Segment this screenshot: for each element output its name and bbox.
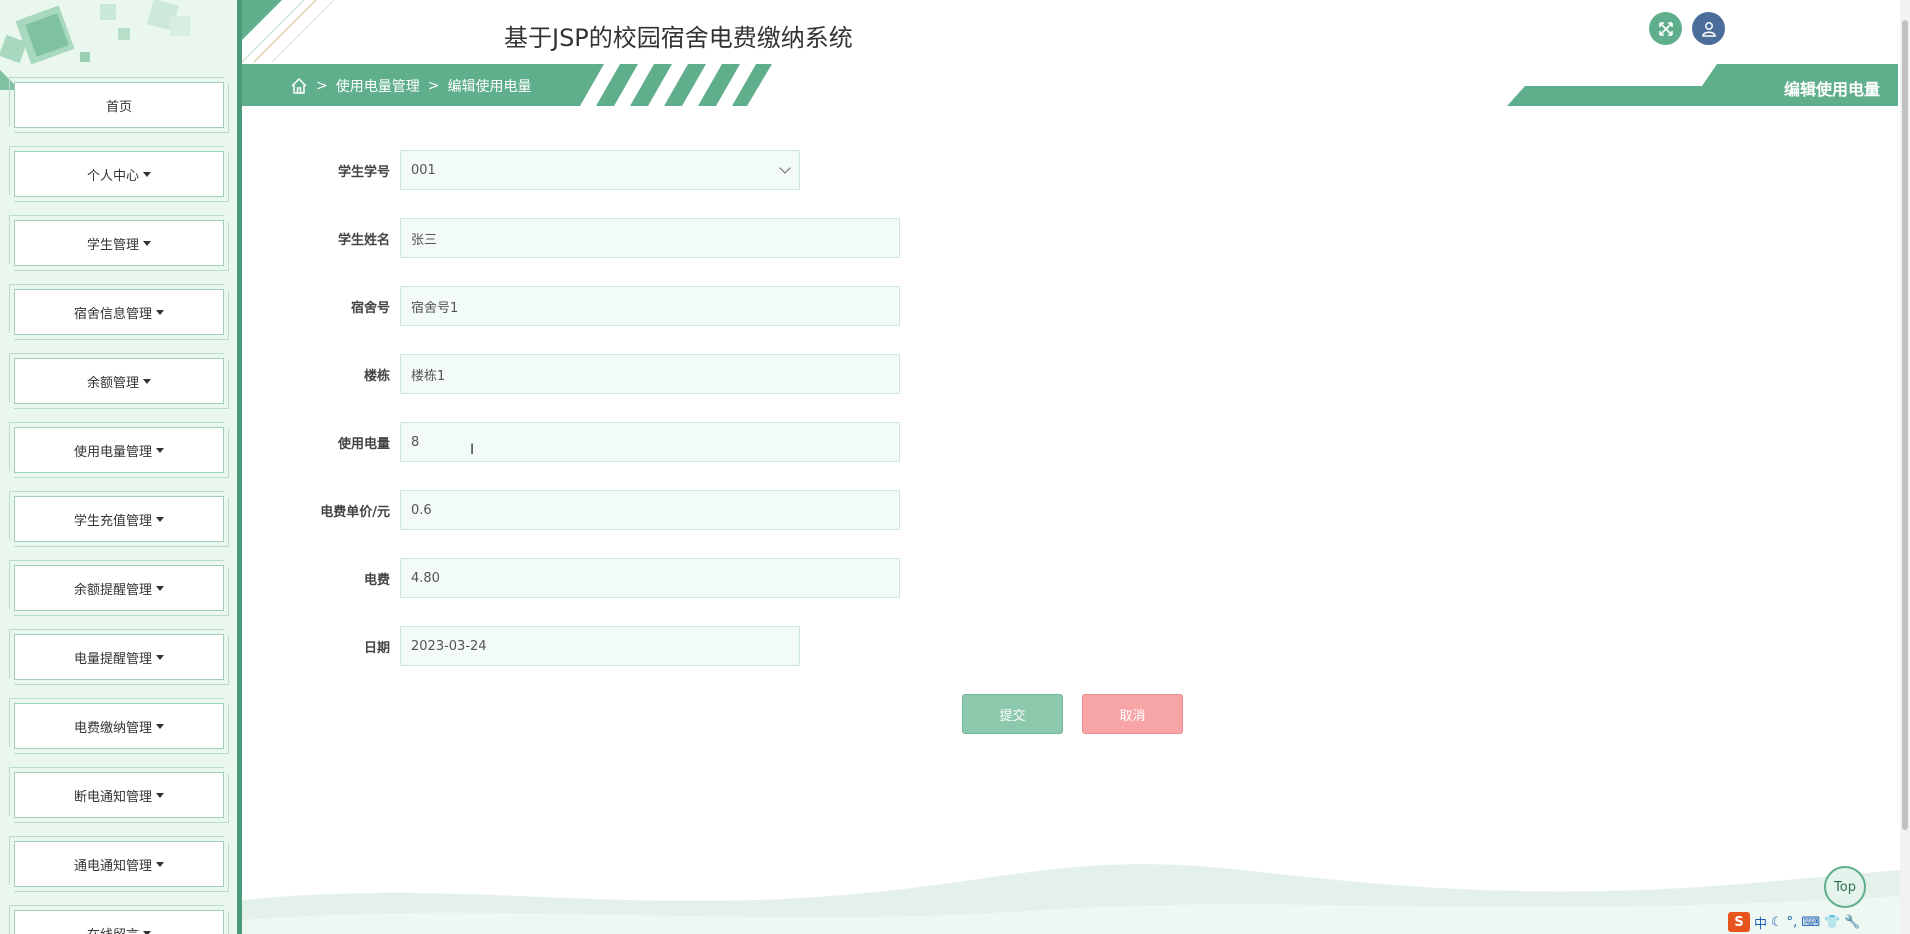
bottom-wave-decoration (242, 864, 1900, 934)
header: 基于JSP的校园宿舍电费缴纳系统 (242, 0, 1900, 64)
building-input[interactable]: 楼栋1 (400, 354, 900, 394)
section-title: 编辑使用电量 (1783, 80, 1880, 99)
student-id-label: 学生学号 (337, 164, 390, 180)
ime-mode-indicator[interactable]: 中 (1754, 913, 1767, 932)
breadcrumb-separator: > (316, 78, 328, 94)
caret-down-icon (156, 585, 164, 591)
user-icon (1701, 21, 1716, 37)
sidebar-item-online-message[interactable]: 在线留言 (9, 905, 229, 934)
form-row-usage: 使用电量 8 (242, 422, 900, 462)
system-tray: S 中 ☾ °, ⌨ 👕 🔧 (1728, 912, 1860, 932)
caret-down-icon (156, 309, 164, 315)
cancel-button[interactable]: 取消 (1082, 694, 1183, 734)
date-input[interactable]: 2023-03-24 (400, 626, 800, 666)
breadcrumb-separator: > (427, 78, 440, 94)
caret-down-icon (156, 723, 164, 729)
student-name-label: 学生姓名 (337, 232, 390, 248)
page-title: 基于JSP的校园宿舍电费缴纳系统 (504, 24, 853, 52)
punctuation-icon[interactable]: °, (1787, 915, 1798, 930)
dorm-no-input[interactable]: 宿舍号1 (400, 286, 900, 326)
text-cursor-icon: I (470, 442, 475, 458)
date-label: 日期 (363, 640, 390, 656)
moon-icon[interactable]: ☾ (1771, 915, 1783, 930)
sidebar-item-fee-payment[interactable]: 电费缴纳管理 (9, 698, 229, 754)
sidebar-item-personal-center[interactable]: 个人中心 (9, 146, 229, 202)
dorm-no-label: 宿舍号 (350, 300, 390, 316)
sogou-ime-icon[interactable]: S (1728, 912, 1750, 932)
unit-price-label: 电费单价/元 (320, 504, 390, 520)
caret-down-icon (156, 654, 164, 660)
home-icon[interactable] (290, 77, 308, 95)
caret-down-icon (143, 378, 151, 384)
sidebar-item-dorm-info-management[interactable]: 宿舍信息管理 (9, 284, 229, 340)
caret-down-icon (156, 861, 164, 867)
breadcrumb-item-usage-management[interactable]: 使用电量管理 (336, 76, 420, 96)
fee-label: 电费 (363, 572, 390, 588)
expand-icon (1658, 21, 1673, 36)
caret-down-icon (156, 516, 164, 522)
building-label: 楼栋 (363, 368, 390, 384)
form-row-unit-price: 电费单价/元 0.6 (242, 490, 900, 530)
form-row-building: 楼栋 楼栋1 (242, 354, 900, 394)
sidebar-item-home[interactable]: 首页 (9, 77, 229, 133)
usage-label: 使用电量 (337, 436, 390, 452)
form-row-fee: 电费 4.80 (242, 558, 900, 598)
sidebar-item-recharge-management[interactable]: 学生充值管理 (9, 491, 229, 547)
fee-input[interactable]: 4.80 (400, 558, 900, 598)
caret-down-icon (143, 240, 151, 246)
header-stripes-decoration (242, 0, 335, 63)
chevron-down-icon (779, 162, 791, 174)
form-row-student-name: 学生姓名 张三 (242, 218, 900, 258)
keyboard-icon[interactable]: ⌨ (1801, 915, 1820, 930)
sidebar-item-student-management[interactable]: 学生管理 (9, 215, 229, 271)
submit-button[interactable]: 提交 (962, 694, 1063, 734)
breadcrumb: > 使用电量管理 > 编辑使用电量 (290, 76, 531, 96)
student-name-input[interactable]: 张三 (400, 218, 900, 258)
tools-icon[interactable]: 🔧 (1844, 915, 1860, 930)
sidebar-item-power-on-notice[interactable]: 通电通知管理 (9, 836, 229, 892)
caret-down-icon (156, 447, 164, 453)
form-row-date: 日期 2023-03-24 (242, 626, 800, 666)
caret-down-icon (143, 930, 151, 934)
sidebar-item-balance-management[interactable]: 余额管理 (9, 353, 229, 409)
sidebar-item-usage-management[interactable]: 使用电量管理 (9, 422, 229, 478)
caret-down-icon (156, 792, 164, 798)
usage-input[interactable]: 8 (400, 422, 900, 462)
sidebar: 首页 个人中心 学生管理 宿舍信息管理 余额管理 使用电量管理 学生充值管理 余… (0, 0, 242, 934)
form-row-student-id: 学生学号 001 (242, 150, 800, 190)
user-button[interactable] (1692, 12, 1725, 45)
back-to-top-button[interactable]: Top (1824, 866, 1866, 908)
skin-icon[interactable]: 👕 (1824, 915, 1840, 930)
caret-down-icon (143, 171, 151, 177)
scrollbar-thumb[interactable] (1902, 20, 1908, 830)
unit-price-input[interactable]: 0.6 (400, 490, 900, 530)
sidebar-item-usage-reminder[interactable]: 电量提醒管理 (9, 629, 229, 685)
form-row-dorm-no: 宿舍号 宿舍号1 (242, 286, 900, 326)
sidebar-item-power-off-notice[interactable]: 断电通知管理 (9, 767, 229, 823)
breadcrumb-bar: > 使用电量管理 > 编辑使用电量 编辑使用电量 (242, 64, 1900, 106)
sidebar-item-balance-reminder[interactable]: 余额提醒管理 (9, 560, 229, 616)
breadcrumb-item-edit-usage: 编辑使用电量 (447, 79, 532, 95)
page-scrollbar[interactable] (1900, 0, 1910, 934)
student-id-select[interactable]: 001 (400, 150, 800, 190)
fullscreen-button[interactable] (1649, 12, 1682, 45)
